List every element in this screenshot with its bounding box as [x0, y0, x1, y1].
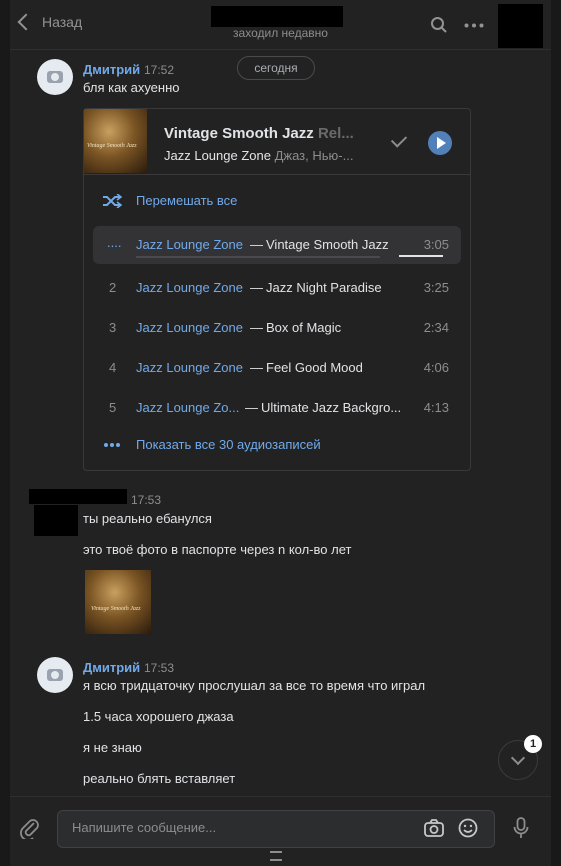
track-dash: — — [250, 320, 263, 335]
message-time[interactable]: 17:52 — [144, 63, 174, 77]
track-duration: 4:13 — [423, 400, 449, 415]
message-time[interactable]: 17:53 — [131, 493, 161, 507]
photo-attachment[interactable]: Vintage Smooth Jazz — [85, 570, 151, 634]
playing-indicator: .... — [107, 235, 122, 250]
message-composer — [10, 796, 551, 866]
chat-window: Назад заходил недавно сегодня Дмитрий 17… — [10, 0, 551, 866]
track-title: Ultimate Jazz Backgro... — [261, 400, 402, 415]
track-artist[interactable]: Jazz Lounge Zone — [136, 320, 243, 335]
track-number: 3 — [109, 320, 117, 335]
playlist-title[interactable]: Vintage Smooth Jazz Rel... — [164, 125, 354, 142]
volume-bar[interactable] — [399, 255, 443, 257]
message-input[interactable] — [70, 819, 404, 836]
track-title: Jazz Night Paradise — [266, 280, 382, 295]
smile-icon[interactable] — [458, 818, 478, 838]
camera-icon[interactable] — [424, 819, 444, 837]
camera-placeholder-icon — [47, 669, 63, 681]
playlist-subtitle: Jazz Lounge Zone Джаз, Нью-... — [164, 148, 353, 163]
avatar[interactable] — [37, 59, 73, 95]
track-number: 5 — [109, 400, 117, 415]
playlist-genre: Джаз, Нью-... — [274, 148, 354, 163]
track-row[interactable]: 5 Jazz Lounge Zo... — Ultimate Jazz Back… — [93, 389, 461, 427]
author-name[interactable]: Дмитрий — [83, 660, 140, 675]
sender-name-redacted[interactable] — [29, 489, 127, 504]
date-separator: сегодня — [237, 56, 315, 80]
divider — [84, 174, 470, 175]
cover-caption: Vintage Smooth Jazz — [87, 143, 137, 149]
contact-name-redacted[interactable] — [211, 6, 343, 27]
message-text: реально блять вставляет — [83, 771, 236, 786]
message-list[interactable]: сегодня Дмитрий 17:52 бля как ахуенно Vi… — [10, 50, 551, 796]
message-text: ты реально ебанулся — [83, 511, 212, 526]
track-progress-bar[interactable] — [136, 256, 380, 258]
message-text: я всю тридцаточку прослушал за все то вр… — [83, 678, 426, 693]
photo-caption: Vintage Smooth Jazz — [91, 606, 141, 612]
search-icon[interactable] — [430, 16, 448, 34]
track-duration: 3:05 — [423, 237, 449, 252]
track-row[interactable]: .... Jazz Lounge Zone — Vintage Smooth J… — [93, 226, 461, 264]
track-dash: — — [250, 280, 263, 295]
track-dash: — — [245, 400, 258, 415]
unread-badge: 1 — [524, 735, 542, 753]
playlist-title-rest: Rel... — [317, 125, 354, 142]
resize-handle[interactable] — [270, 851, 282, 861]
message-text: это твоё фото в паспорте через n кол-во … — [83, 542, 352, 557]
track-artist[interactable]: Jazz Lounge Zo... — [136, 400, 239, 415]
sender-avatar-redacted[interactable] — [34, 505, 78, 536]
playlist-title-main: Vintage Smooth Jazz — [164, 125, 314, 142]
more-horizontal-icon — [104, 442, 120, 447]
track-number: 4 — [109, 360, 117, 375]
author-name[interactable]: Дмитрий — [83, 62, 140, 77]
track-row[interactable]: 4 Jazz Lounge Zone — Feel Good Mood 4:06 — [93, 349, 461, 387]
show-all-tracks-button[interactable]: Показать все 30 аудиозаписей — [104, 437, 321, 452]
playlist-attachment: Vintage Smooth Jazz Vintage Smooth Jazz … — [83, 108, 471, 471]
track-row[interactable]: 2 Jazz Lounge Zone — Jazz Night Paradise… — [93, 269, 461, 307]
track-artist[interactable]: Jazz Lounge Zone — [136, 280, 243, 295]
track-dash: — — [250, 360, 263, 375]
track-row[interactable]: 3 Jazz Lounge Zone — Box of Magic 2:34 — [93, 309, 461, 347]
track-artist[interactable]: Jazz Lounge Zone — [136, 360, 243, 375]
microphone-icon[interactable] — [513, 817, 529, 839]
message-text: бля как ахуенно — [83, 80, 180, 95]
paperclip-icon[interactable] — [20, 817, 40, 839]
message-text: я не знаю — [83, 740, 142, 755]
contact-avatar-redacted[interactable] — [498, 4, 543, 48]
camera-placeholder-icon — [47, 71, 63, 83]
check-icon[interactable] — [390, 131, 408, 148]
track-number: 2 — [109, 280, 117, 295]
playlist-artist[interactable]: Jazz Lounge Zone — [164, 148, 271, 163]
track-title: Box of Magic — [266, 320, 342, 335]
avatar[interactable] — [37, 657, 73, 693]
shuffle-all-button[interactable]: Перемешать все — [102, 193, 237, 208]
track-title: Feel Good Mood — [266, 360, 363, 375]
shuffle-icon — [103, 193, 122, 208]
track-duration: 4:06 — [423, 360, 449, 375]
track-duration: 3:25 — [423, 280, 449, 295]
show-all-label: Показать все 30 аудиозаписей — [136, 437, 321, 452]
message-time[interactable]: 17:53 — [144, 661, 174, 675]
track-dash: — — [250, 237, 263, 252]
message-text: 1.5 часа хорошего джаза — [83, 709, 234, 724]
message-input-box[interactable] — [57, 810, 495, 848]
shuffle-label: Перемешать все — [136, 193, 238, 208]
track-title: Vintage Smooth Jazz — [266, 237, 389, 252]
track-artist[interactable]: Jazz Lounge Zone — [136, 237, 243, 252]
playlist-cover[interactable]: Vintage Smooth Jazz — [84, 109, 147, 173]
track-duration: 2:34 — [423, 320, 449, 335]
more-horizontal-icon[interactable] — [464, 23, 484, 28]
play-button[interactable] — [428, 131, 452, 155]
online-status: заходил недавно — [233, 26, 328, 40]
chat-header: Назад заходил недавно — [10, 0, 551, 50]
